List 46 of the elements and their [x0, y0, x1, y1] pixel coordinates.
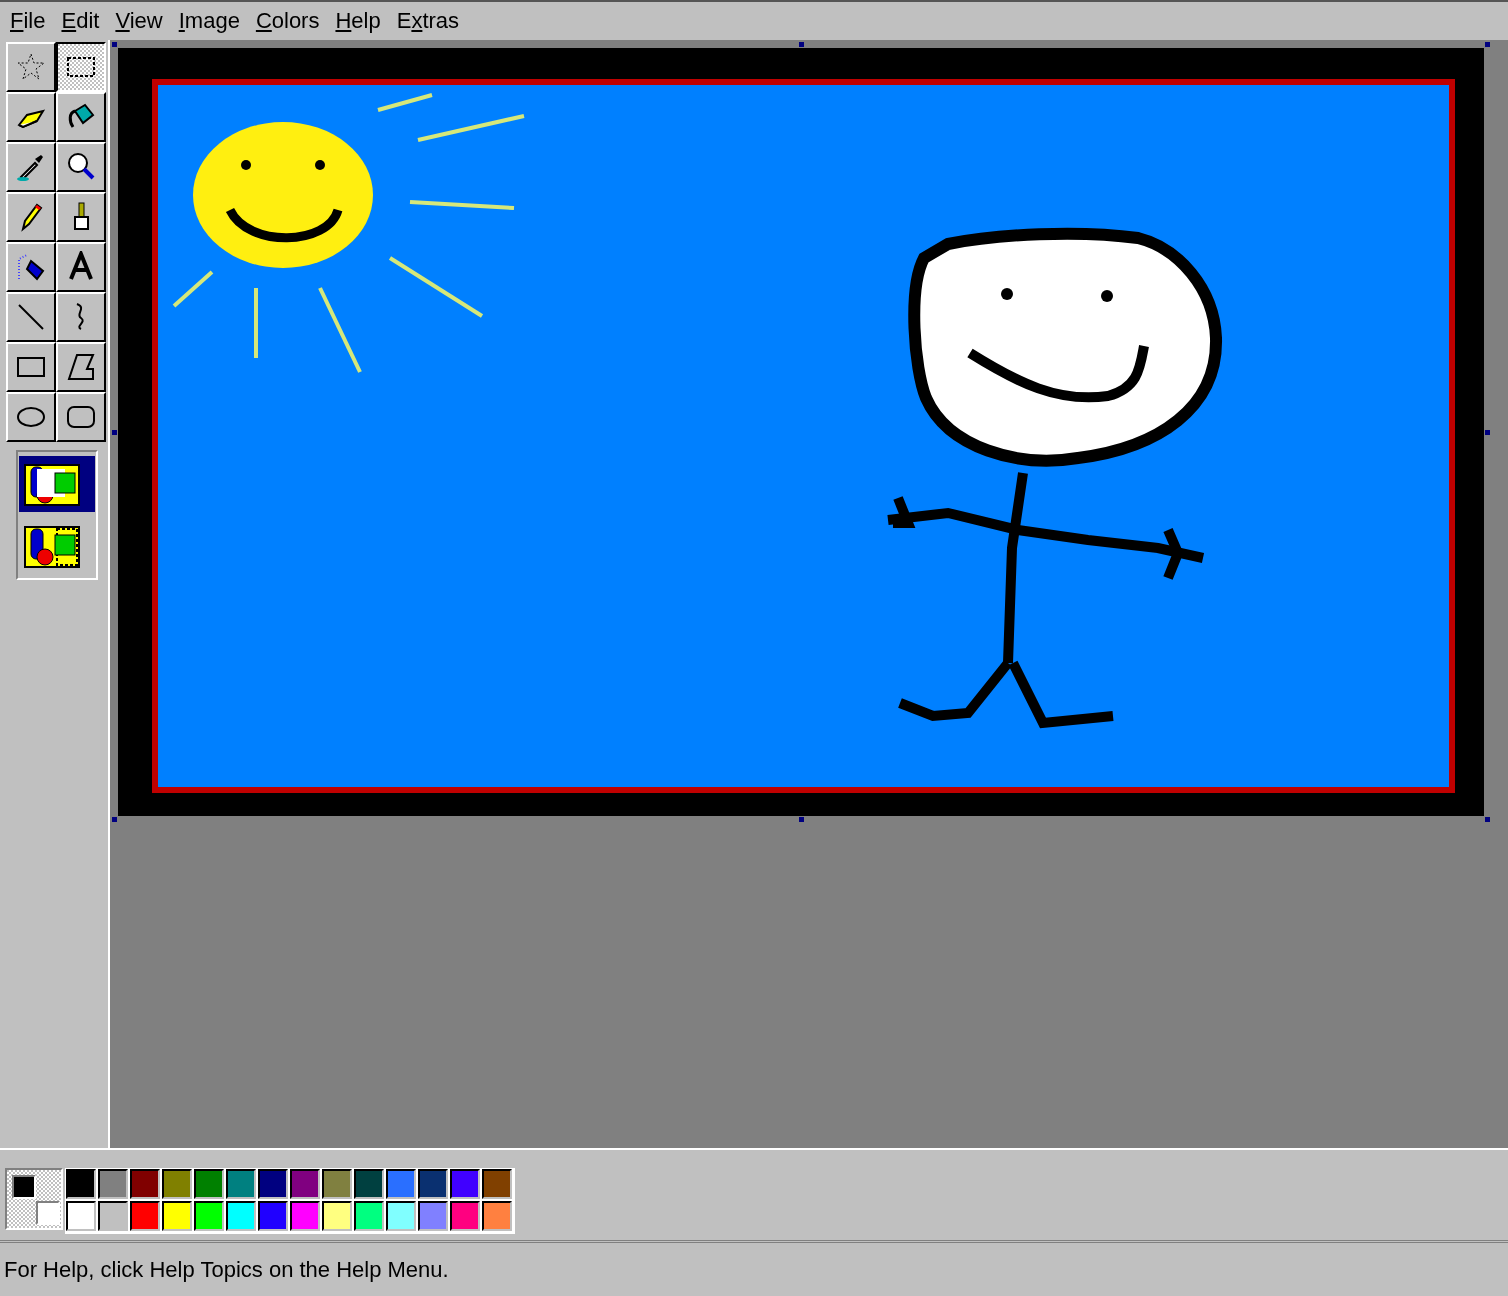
- color-swatch[interactable]: [482, 1201, 512, 1232]
- color-swatch[interactable]: [162, 1201, 192, 1232]
- color-swatch[interactable]: [322, 1201, 352, 1232]
- color-swatch[interactable]: [162, 1169, 192, 1200]
- menu-item[interactable]: Colors: [247, 5, 328, 37]
- color-swatch[interactable]: [482, 1169, 512, 1200]
- color-swatch[interactable]: [290, 1169, 320, 1200]
- resize-handle[interactable]: [799, 41, 804, 47]
- color-swatch[interactable]: [98, 1169, 128, 1200]
- color-swatch[interactable]: [130, 1169, 160, 1200]
- resize-handle[interactable]: [1485, 41, 1490, 47]
- color-swatch[interactable]: [66, 1169, 96, 1200]
- menu-item[interactable]: Extras: [388, 5, 468, 37]
- color-swatch[interactable]: [290, 1201, 320, 1232]
- resize-handle[interactable]: [799, 816, 804, 822]
- color-swatch[interactable]: [194, 1169, 224, 1200]
- menu-item[interactable]: Help: [327, 5, 389, 37]
- color-swatch[interactable]: [98, 1201, 128, 1232]
- color-swatch[interactable]: [130, 1201, 160, 1232]
- color-swatch[interactable]: [194, 1201, 224, 1232]
- menu-item[interactable]: Edit: [53, 5, 108, 37]
- option-button[interactable]: [19, 455, 95, 512]
- menu-item[interactable]: View: [107, 5, 171, 37]
- color-swatch[interactable]: [386, 1201, 416, 1232]
- resize-handle[interactable]: [1485, 429, 1490, 435]
- color-swatch[interactable]: [386, 1169, 416, 1200]
- menu-item[interactable]: Image: [170, 5, 248, 37]
- resize-handle[interactable]: [1485, 816, 1490, 822]
- color-swatch[interactable]: [418, 1169, 448, 1200]
- color-swatch[interactable]: [226, 1169, 256, 1200]
- color-swatch[interactable]: [354, 1201, 384, 1232]
- color-swatch[interactable]: [354, 1169, 384, 1200]
- color-swatch[interactable]: [258, 1201, 288, 1232]
- resize-handle[interactable]: [112, 816, 117, 822]
- status-text: For Help, click Help Topics on the Help Menu.: [0, 1240, 1508, 1296]
- menu-item[interactable]: File: [2, 5, 54, 37]
- color-swatch[interactable]: [450, 1169, 480, 1200]
- color-swatch[interactable]: [226, 1201, 256, 1232]
- color-swatch[interactable]: [66, 1201, 96, 1232]
- color-swatch[interactable]: [322, 1169, 352, 1200]
- color-swatch[interactable]: [418, 1201, 448, 1232]
- resize-handle[interactable]: [112, 41, 117, 47]
- resize-handle[interactable]: [112, 429, 117, 435]
- tool-button[interactable]: [56, 41, 106, 92]
- color-swatch[interactable]: [450, 1201, 480, 1232]
- color-swatch[interactable]: [258, 1169, 288, 1200]
